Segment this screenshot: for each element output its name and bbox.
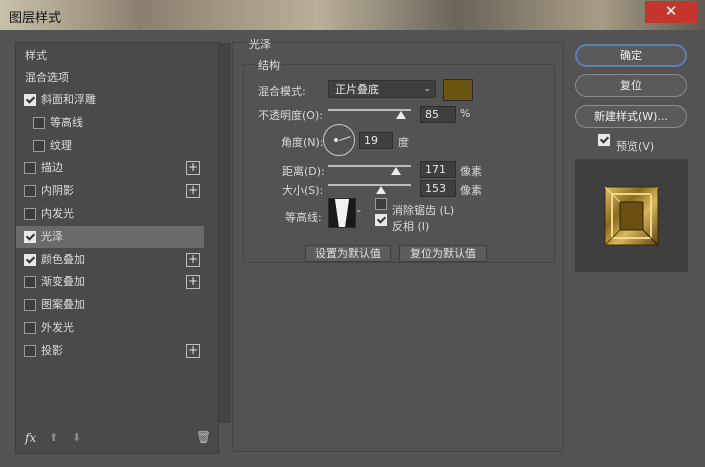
style-item-label: 纹理 bbox=[50, 138, 72, 152]
style-item-checkbox[interactable] bbox=[24, 162, 36, 175]
distance-label: 距离(D): bbox=[282, 165, 325, 178]
style-item-label: 斜面和浮雕 bbox=[41, 93, 96, 106]
style-item-label: 图案叠加 bbox=[41, 298, 85, 312]
style-item-label: 渐变叠加 bbox=[41, 275, 85, 289]
style-item-label: 内发光 bbox=[41, 207, 74, 220]
invert-checkbox[interactable] bbox=[375, 214, 387, 226]
invert-label: 反相 (I) bbox=[392, 220, 430, 233]
blend-options-item[interactable]: 混合选项 bbox=[16, 67, 204, 89]
size-slider-track[interactable] bbox=[328, 184, 411, 186]
style-item-checkbox[interactable] bbox=[24, 253, 36, 266]
style-item-checkbox[interactable] bbox=[24, 299, 36, 312]
style-item[interactable]: 斜面和浮雕 bbox=[16, 89, 204, 111]
satin-group-title: 光泽 bbox=[247, 36, 273, 52]
style-item-label: 内阴影 bbox=[41, 184, 74, 198]
add-effect-instance-icon[interactable]: + bbox=[186, 343, 200, 358]
style-item-checkbox[interactable] bbox=[24, 276, 36, 289]
reset-default-button[interactable]: 复位为默认值 bbox=[399, 245, 487, 262]
contour-curve-icon bbox=[329, 199, 355, 227]
close-button[interactable]: ✕ bbox=[645, 1, 697, 23]
style-item-checkbox[interactable] bbox=[24, 230, 36, 243]
opacity-input[interactable]: 85 bbox=[420, 106, 456, 123]
contour-dropdown-icon[interactable]: ⌄ bbox=[355, 205, 363, 215]
style-item-label: 等高线 bbox=[50, 115, 83, 129]
angle-dial-center bbox=[334, 138, 338, 142]
style-preview-thumbnail bbox=[575, 159, 688, 272]
opacity-label: 不透明度(O): bbox=[258, 109, 323, 122]
preview-checkbox[interactable] bbox=[598, 134, 610, 146]
styles-header-label: 样式 bbox=[25, 49, 47, 62]
add-effect-instance-icon[interactable]: + bbox=[186, 252, 200, 267]
style-item-checkbox[interactable] bbox=[24, 322, 36, 334]
preview-image bbox=[604, 186, 659, 246]
blend-mode-select[interactable]: 正片叠底 ⌄ bbox=[328, 80, 436, 98]
blend-options-label: 混合选项 bbox=[25, 71, 69, 84]
styles-footer: fx ⬆ ⬇ 🗑 bbox=[16, 426, 218, 452]
angle-label: 角度(N): bbox=[281, 136, 324, 149]
preview-label: 预览(V) bbox=[616, 140, 655, 153]
style-item[interactable]: 投影 + bbox=[16, 340, 204, 362]
title-bar: 图层样式 ✕ bbox=[0, 0, 705, 30]
angle-input[interactable]: 19 bbox=[359, 132, 393, 149]
new-style-button[interactable]: 新建样式(W)... bbox=[575, 105, 687, 128]
style-item-checkbox[interactable] bbox=[24, 344, 36, 357]
structure-group-title: 结构 bbox=[256, 57, 282, 73]
style-item-label: 颜色叠加 bbox=[41, 252, 85, 266]
style-item-checkbox[interactable] bbox=[24, 208, 36, 220]
contour-label: 等高线: bbox=[285, 211, 322, 224]
distance-slider-thumb[interactable] bbox=[391, 167, 401, 175]
chevron-down-icon: ⌄ bbox=[423, 84, 431, 94]
delete-effect-icon[interactable]: 🗑 bbox=[196, 430, 211, 444]
style-item[interactable]: 纹理 bbox=[16, 135, 204, 157]
style-item-checkbox[interactable] bbox=[24, 94, 36, 106]
style-item[interactable]: 描边 + bbox=[16, 157, 204, 179]
size-label: 大小(S): bbox=[282, 184, 324, 197]
style-item-checkbox[interactable] bbox=[33, 139, 45, 152]
antialias-label: 消除锯齿 (L) bbox=[392, 204, 455, 217]
style-item[interactable]: 等高线 bbox=[16, 112, 204, 134]
fx-icon[interactable]: fx bbox=[25, 431, 36, 445]
satin-color-swatch[interactable] bbox=[443, 79, 473, 101]
size-unit: 像素 bbox=[460, 184, 482, 197]
angle-dial[interactable] bbox=[323, 124, 355, 156]
size-slider-thumb[interactable] bbox=[376, 186, 386, 194]
style-item[interactable]: 内发光 bbox=[16, 203, 204, 225]
style-item-checkbox[interactable] bbox=[24, 185, 36, 198]
opacity-slider-thumb[interactable] bbox=[396, 111, 406, 119]
reset-button[interactable]: 复位 bbox=[575, 74, 687, 97]
angle-dial-needle bbox=[339, 136, 351, 141]
blend-mode-value: 正片叠底 bbox=[335, 83, 379, 96]
add-effect-instance-icon[interactable]: + bbox=[186, 161, 200, 176]
style-item[interactable]: 颜色叠加 + bbox=[16, 249, 204, 271]
make-default-button[interactable]: 设置为默认值 bbox=[305, 245, 391, 262]
style-item-checkbox[interactable] bbox=[33, 116, 45, 129]
style-item-label: 描边 bbox=[41, 161, 63, 175]
style-item[interactable]: 光泽 bbox=[16, 225, 204, 248]
contour-picker[interactable] bbox=[328, 198, 356, 228]
style-item[interactable]: 渐变叠加 + bbox=[16, 271, 204, 293]
distance-input[interactable]: 171 bbox=[420, 161, 456, 178]
ok-button[interactable]: 确定 bbox=[575, 44, 687, 67]
angle-unit: 度 bbox=[398, 136, 409, 149]
opacity-unit: % bbox=[460, 107, 471, 120]
add-effect-instance-icon[interactable]: + bbox=[186, 184, 200, 199]
move-up-icon[interactable]: ⬆ bbox=[49, 431, 58, 444]
style-item-label: 光泽 bbox=[41, 229, 63, 243]
styles-header[interactable]: 样式 bbox=[16, 45, 204, 67]
window-title: 图层样式 bbox=[9, 11, 62, 26]
style-item-label: 投影 bbox=[41, 343, 63, 357]
close-icon: ✕ bbox=[664, 2, 678, 20]
size-input[interactable]: 153 bbox=[420, 180, 456, 197]
style-item[interactable]: 内阴影 + bbox=[16, 180, 204, 202]
style-item-label: 外发光 bbox=[41, 321, 74, 334]
blend-mode-label: 混合模式: bbox=[258, 85, 306, 98]
add-effect-instance-icon[interactable]: + bbox=[186, 275, 200, 290]
styles-list-panel: 样式 混合选项 斜面和浮雕等高线纹理描边 + 内阴影 + 内发光光泽颜色叠加 + 渐变叠加 +… bbox=[15, 42, 231, 454]
styles-list-scrollbar[interactable] bbox=[219, 43, 231, 423]
distance-unit: 像素 bbox=[460, 165, 482, 178]
style-item[interactable]: 图案叠加 bbox=[16, 294, 204, 316]
style-item[interactable]: 外发光 bbox=[16, 317, 204, 339]
antialias-checkbox[interactable] bbox=[375, 198, 387, 210]
move-down-icon[interactable]: ⬇ bbox=[72, 431, 81, 444]
